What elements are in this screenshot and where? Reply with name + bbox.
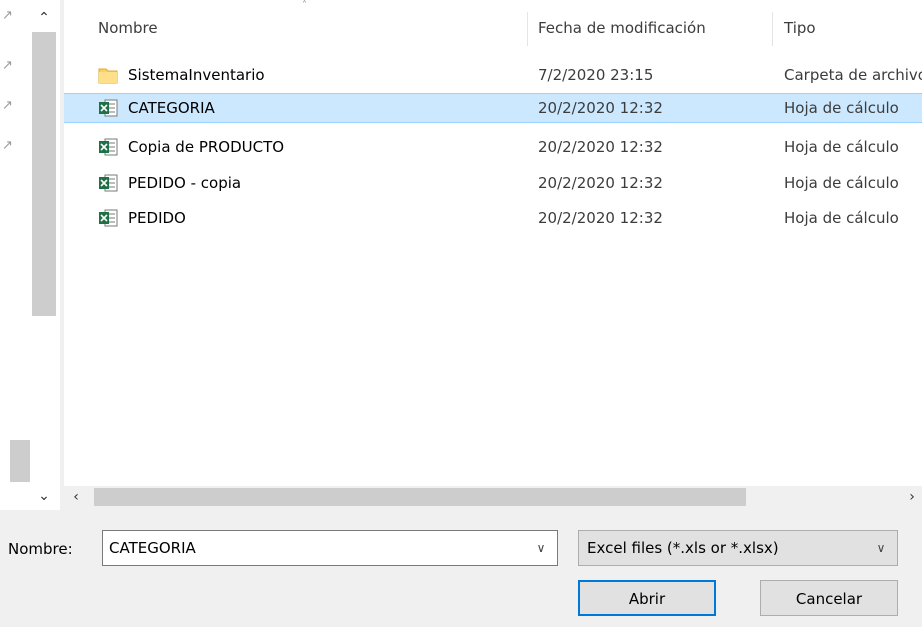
column-header-name[interactable]: Nombre [98,6,518,50]
file-row[interactable]: PEDIDO - copia 20/2/2020 12:32 Hoja de c… [64,168,922,198]
filename-combobox[interactable]: ∨ [102,530,558,566]
pin-icon[interactable]: ↗ [2,139,14,152]
horizontal-scrollbar-thumb[interactable] [94,488,746,506]
filename-input[interactable] [109,531,519,565]
excel-icon [99,209,118,227]
cancel-button[interactable]: Cancelar [760,580,898,616]
chevron-down-icon[interactable]: ⌄ [34,486,54,506]
chevron-left-icon[interactable]: ‹ [68,486,84,508]
file-list[interactable]: ˄ Nombre Fecha de modificación Tipo Sist… [64,0,922,486]
file-row[interactable]: SistemaInventario 7/2/2020 23:15 Carpeta… [64,60,922,90]
horizontal-scrollbar[interactable]: ‹ › [64,486,922,508]
filename-label: Nombre: [8,540,73,558]
file-type-filter-select[interactable]: Excel files (*.xls or *.xlsx) ∨ [578,530,898,566]
file-date: 20/2/2020 12:32 [538,138,663,156]
excel-icon [99,99,118,117]
file-name: SistemaInventario [128,66,265,84]
nav-inner-scrollbar-thumb[interactable] [10,440,30,482]
file-type-filter-value: Excel files (*.xls or *.xlsx) [587,539,779,557]
file-name: CATEGORIA [128,99,215,117]
file-name: PEDIDO - copia [128,174,242,192]
file-row-selected[interactable]: CATEGORIA 20/2/2020 12:32 Hoja de cálcul… [64,93,922,123]
file-type: Hoja de cálculo [784,174,899,192]
excel-icon [99,138,118,156]
file-type: Hoja de cálculo [784,99,899,117]
file-date: 20/2/2020 12:32 [538,99,663,117]
file-date: 20/2/2020 12:32 [538,209,663,227]
excel-icon [99,174,118,192]
chevron-right-icon[interactable]: › [904,486,920,508]
file-type: Hoja de cálculo [784,209,899,227]
nav-scrollbar-thumb[interactable] [32,32,56,316]
file-type: Carpeta de archivos [784,66,922,84]
file-type: Hoja de cálculo [784,138,899,156]
file-name: PEDIDO [128,209,186,227]
folder-icon [98,68,118,84]
pin-icon[interactable]: ↗ [2,59,14,72]
column-divider[interactable] [527,12,528,46]
file-row[interactable]: Copia de PRODUCTO 20/2/2020 12:32 Hoja d… [64,132,922,162]
chevron-up-icon[interactable]: ⌃ [34,8,54,28]
file-date: 7/2/2020 23:15 [538,66,654,84]
pin-icon[interactable]: ↗ [2,9,14,22]
column-header-date[interactable]: Fecha de modificación [538,6,768,50]
file-open-dialog: ↗ ↗ ↗ ↗ ⌃ ⌄ ˄ Nombre Fecha de modificaci… [0,0,922,627]
column-header-type[interactable]: Tipo [784,6,922,50]
open-button[interactable]: Abrir [578,580,716,616]
pin-icon[interactable]: ↗ [2,99,14,112]
column-header-row: Nombre Fecha de modificación Tipo [64,6,922,50]
file-row[interactable]: PEDIDO 20/2/2020 12:32 Hoja de cálculo [64,203,922,233]
column-divider[interactable] [772,12,773,46]
chevron-down-icon[interactable]: ∨ [871,531,891,565]
chevron-down-icon[interactable]: ∨ [531,531,551,565]
file-date: 20/2/2020 12:32 [538,174,663,192]
file-name: Copia de PRODUCTO [128,138,285,156]
